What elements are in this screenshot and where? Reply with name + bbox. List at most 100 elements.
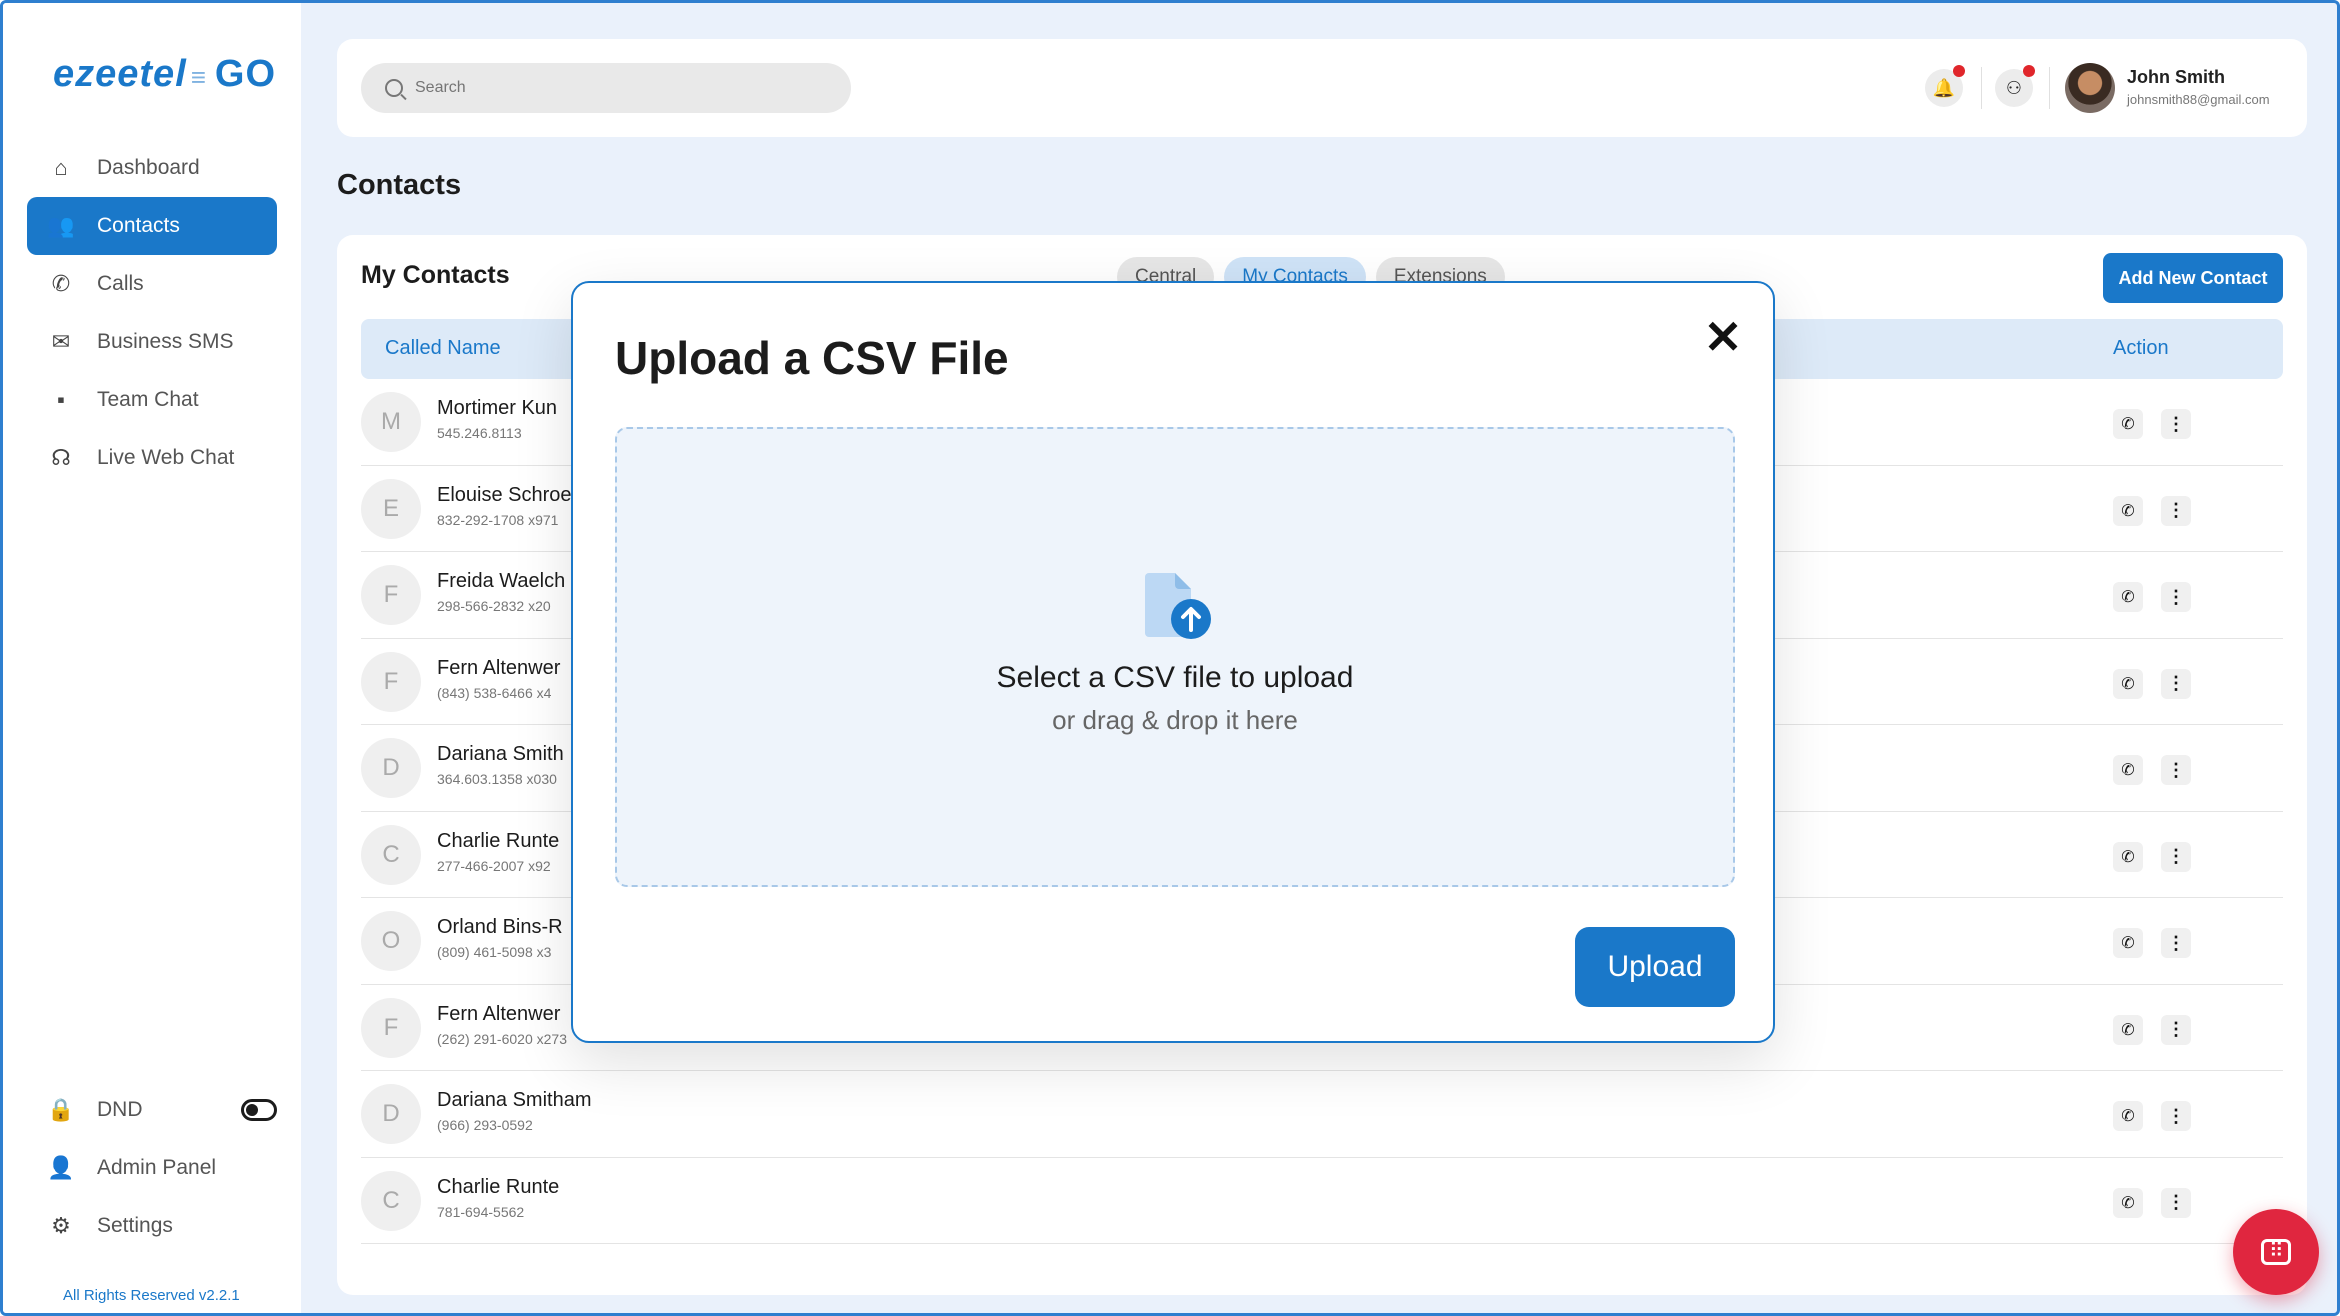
call-icon[interactable]: ✆ bbox=[2113, 841, 2143, 872]
more-options-icon[interactable]: ⋮ bbox=[2161, 928, 2191, 958]
contact-phone: 277-466-2007 x92 bbox=[437, 857, 551, 874]
upload-csv-modal: Upload a CSV File ✕ Select a CSV file to… bbox=[571, 281, 1775, 1043]
contact-phone: (843) 538-6466 x4 bbox=[437, 684, 552, 701]
upload-button[interactable]: Upload bbox=[1575, 927, 1735, 1007]
more-options-icon[interactable]: ⋮ bbox=[2161, 1101, 2191, 1131]
column-header-name[interactable]: Called Name bbox=[385, 337, 501, 360]
more-options-icon[interactable]: ⋮ bbox=[2161, 1014, 2191, 1045]
more-options-icon[interactable]: ⋮ bbox=[2161, 1187, 2191, 1218]
call-icon[interactable]: ✆ bbox=[2113, 495, 2143, 526]
contact-avatar: D bbox=[361, 738, 421, 798]
call-icon[interactable]: ✆ bbox=[2113, 755, 2143, 785]
user-name: John Smith bbox=[2127, 67, 2225, 87]
contact-name: Fern Altenwer bbox=[437, 656, 561, 679]
add-new-contact-button[interactable]: Add New Contact bbox=[2103, 253, 2283, 303]
dnd-toggle[interactable] bbox=[241, 1099, 277, 1121]
contact-phone: (262) 291-6020 x273 bbox=[437, 1030, 567, 1047]
sidebar-item-label: Contacts bbox=[97, 214, 180, 237]
dropzone-subtitle: or drag & drop it here bbox=[1052, 705, 1298, 735]
file-upload-icon bbox=[1145, 573, 1211, 639]
voicemail-dot bbox=[2023, 65, 2035, 77]
divider bbox=[1981, 67, 1982, 109]
sidebar-item-contacts[interactable]: 👥 Contacts bbox=[27, 197, 277, 255]
contact-avatar: D bbox=[361, 1084, 421, 1144]
contact-name: Mortimer Kun bbox=[437, 397, 558, 419]
contact-name: Charlie Runte bbox=[437, 829, 560, 852]
copyright-text: All Rights Reserved v2.2.1 bbox=[63, 1287, 240, 1304]
more-options-icon[interactable]: ⋮ bbox=[2161, 582, 2191, 612]
call-icon[interactable]: ✆ bbox=[2113, 582, 2143, 612]
page-title: Contacts bbox=[337, 169, 462, 201]
sidebar-item-calls[interactable]: ✆ Calls bbox=[27, 255, 277, 313]
headset-icon: ☊ bbox=[51, 445, 71, 470]
more-options-icon[interactable]: ⋮ bbox=[2161, 755, 2191, 785]
gear-icon: ⚙ bbox=[51, 1213, 71, 1238]
contact-name: Dariana Smitham bbox=[437, 1089, 592, 1111]
sidebar-item-live-web-chat[interactable]: ☊ Live Web Chat bbox=[27, 429, 277, 487]
table-row[interactable]: C Charlie Runte 781-694-5562 ✆ ⋮ bbox=[361, 1158, 2283, 1244]
call-icon[interactable]: ✆ bbox=[2113, 409, 2143, 439]
voicemail-button[interactable]: ⚇ bbox=[1995, 65, 2035, 107]
search-icon bbox=[385, 79, 403, 97]
brand-logo[interactable]: ezeetel ≡ GO bbox=[53, 53, 276, 96]
call-icon[interactable]: ✆ bbox=[2113, 1014, 2143, 1045]
contact-name: Fern Altenwer bbox=[437, 1002, 561, 1025]
notification-dot bbox=[1953, 65, 1965, 77]
search-box[interactable] bbox=[361, 63, 851, 113]
call-icon[interactable]: ✆ bbox=[2113, 1187, 2143, 1218]
sidebar-item-settings[interactable]: ⚙ Settings bbox=[27, 1197, 277, 1255]
sidebar-item-business-sms[interactable]: ✉ Business SMS bbox=[27, 313, 277, 371]
notification-button[interactable]: 🔔 bbox=[1925, 65, 1965, 107]
contacts-icon: 👥 bbox=[47, 213, 75, 238]
sidebar-item-label: DND bbox=[97, 1098, 143, 1121]
brand-name: ezeetel bbox=[53, 53, 187, 95]
dropzone-title: Select a CSV file to upload bbox=[996, 661, 1354, 694]
contact-avatar: E bbox=[361, 478, 421, 539]
contact-phone: 364.603.1358 x030 bbox=[437, 771, 557, 787]
contact-avatar: C bbox=[361, 1170, 421, 1231]
more-options-icon[interactable]: ⋮ bbox=[2161, 495, 2191, 526]
sidebar-item-team-chat[interactable]: ▪ Team Chat bbox=[27, 371, 277, 429]
contact-phone: (809) 461-5098 x3 bbox=[437, 944, 552, 960]
sidebar-item-admin-panel[interactable]: 👤 Admin Panel bbox=[27, 1139, 277, 1197]
admin-icon: 👤 bbox=[47, 1155, 75, 1180]
more-options-icon[interactable]: ⋮ bbox=[2161, 668, 2191, 699]
contact-name: Charlie Runte bbox=[437, 1175, 560, 1198]
sidebar-item-label: Live Web Chat bbox=[97, 446, 235, 469]
contact-name: Orland Bins-R bbox=[437, 916, 563, 938]
more-options-icon[interactable]: ⋮ bbox=[2161, 409, 2191, 439]
sidebar-item-label: Team Chat bbox=[97, 388, 199, 411]
sidebar-item-label: Business SMS bbox=[97, 330, 234, 353]
voicemail-icon: ⚇ bbox=[2005, 77, 2023, 98]
chat-icon: ▪ bbox=[57, 387, 65, 412]
more-options-icon[interactable]: ⋮ bbox=[2161, 841, 2191, 872]
contact-avatar: M bbox=[361, 392, 421, 452]
contact-name: Dariana Smith bbox=[437, 743, 564, 765]
close-icon[interactable]: ✕ bbox=[1703, 311, 1743, 363]
app-frame: ezeetel ≡ GO ⌂ Dashboard 👥 Contacts ✆ Call… bbox=[0, 0, 2340, 1316]
contact-phone: 298-566-2832 x20 bbox=[437, 598, 551, 614]
bell-icon: 🔔 bbox=[1932, 77, 1956, 98]
contact-avatar: C bbox=[361, 824, 421, 885]
call-icon[interactable]: ✆ bbox=[2113, 928, 2143, 958]
sidebar-item-label: Settings bbox=[97, 1214, 173, 1237]
sidebar-item-label: Admin Panel bbox=[97, 1156, 217, 1179]
call-icon[interactable]: ✆ bbox=[2113, 668, 2143, 699]
search-input[interactable] bbox=[415, 79, 815, 97]
contact-phone: 545.246.8113 bbox=[437, 425, 522, 441]
dialpad-button[interactable] bbox=[2233, 1209, 2319, 1295]
contact-avatar: O bbox=[361, 911, 421, 971]
sidebar-item-dashboard[interactable]: ⌂ Dashboard bbox=[27, 139, 277, 197]
sidebar-item-label: Dashboard bbox=[97, 156, 200, 179]
contact-phone: 832-292-1708 x971 bbox=[437, 511, 559, 528]
contact-avatar: F bbox=[361, 651, 421, 712]
call-icon[interactable]: ✆ bbox=[2113, 1101, 2143, 1131]
contact-phone: 781-694-5562 bbox=[437, 1203, 525, 1220]
card-title: My Contacts bbox=[361, 261, 510, 289]
user-email: johnsmith88@gmail.com bbox=[2127, 92, 2270, 107]
user-avatar[interactable] bbox=[2065, 63, 2115, 113]
table-row[interactable]: D Dariana Smitham (966) 293-0592 ✆ ⋮ bbox=[361, 1071, 2283, 1158]
file-dropzone[interactable]: Select a CSV file to upload or drag & dr… bbox=[615, 427, 1735, 887]
top-bar: 🔔 ⚇ John Smith johnsmith88@gmail.com bbox=[337, 39, 2307, 137]
modal-title: Upload a CSV File bbox=[615, 332, 1009, 384]
